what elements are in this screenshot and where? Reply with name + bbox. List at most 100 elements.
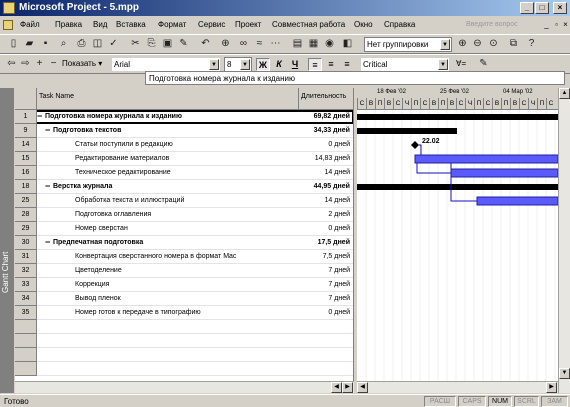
- view-bar-label[interactable]: Gantt Chart: [1, 252, 10, 293]
- task-duration[interactable]: 44,95 дней: [314, 180, 350, 194]
- row-number[interactable]: 28: [15, 208, 37, 222]
- task-duration[interactable]: 2 дней: [328, 208, 350, 222]
- doc-close-button[interactable]: ×: [561, 20, 570, 29]
- task-bar[interactable]: [476, 196, 558, 206]
- task-duration[interactable]: 0 дней: [328, 222, 350, 236]
- go-to-task-icon[interactable]: ⊙: [486, 37, 501, 51]
- collapse-icon[interactable]: −: [45, 236, 50, 249]
- save-icon[interactable]: ▪: [38, 37, 53, 51]
- task-duration[interactable]: 14,83 дней: [315, 152, 350, 166]
- zoom-out-icon[interactable]: ⊖: [470, 37, 485, 51]
- empty-row[interactable]: [15, 320, 353, 334]
- row-number[interactable]: 1: [15, 110, 37, 124]
- print-icon[interactable]: ⎙: [74, 37, 89, 51]
- row-number[interactable]: [15, 362, 37, 376]
- row-number[interactable]: 9: [15, 124, 37, 138]
- split-task-icon[interactable]: ⋯: [268, 37, 283, 51]
- task-name-header[interactable]: Task Name: [37, 88, 299, 110]
- doc-restore-button[interactable]: ▫: [552, 20, 561, 29]
- menu-tools[interactable]: Сервис: [198, 20, 225, 29]
- arrow-right-icon[interactable]: ⇨: [18, 57, 33, 71]
- unlink-tasks-icon[interactable]: ≈: [252, 37, 267, 51]
- table-row[interactable]: 28 Подготовка оглавления 2 дней: [15, 208, 353, 222]
- scroll-down-icon[interactable]: ▼: [559, 368, 570, 379]
- task-name[interactable]: Предпечатная подготовка: [53, 236, 297, 250]
- table-row[interactable]: 16 Техническое редактирование 14 дней: [15, 166, 353, 180]
- task-name[interactable]: Подготовка оглавления: [75, 208, 295, 222]
- collapse-icon[interactable]: −: [37, 110, 42, 123]
- collapse-icon[interactable]: −: [45, 180, 50, 193]
- link-tasks-icon[interactable]: ∞: [236, 37, 251, 51]
- zoom-in-icon[interactable]: ⊕: [455, 37, 470, 51]
- table-row[interactable]: 18− Верстка журнала 44,95 дней: [15, 180, 353, 194]
- project-app-icon[interactable]: [3, 2, 15, 14]
- table-row[interactable]: 9− Подготовка текстов 34,33 дней: [15, 124, 353, 138]
- task-name[interactable]: Вывод пленок: [75, 292, 295, 306]
- task-name[interactable]: Номер готов к передаче в типографию: [75, 306, 295, 320]
- summary-bar[interactable]: [357, 184, 558, 190]
- table-row[interactable]: 25 Обработка текста и иллюстраций 14 дней: [15, 194, 353, 208]
- task-info-icon[interactable]: ▤: [290, 37, 305, 51]
- task-duration[interactable]: 0 дней: [328, 138, 350, 152]
- table-row[interactable]: 31 Конвертация сверстанного номера в форм…: [15, 250, 353, 264]
- task-duration[interactable]: 7,5 дней: [323, 250, 350, 264]
- indent-icon[interactable]: +: [32, 57, 47, 71]
- arrow-left-icon[interactable]: ⇦: [4, 57, 19, 71]
- menu-help[interactable]: Справка: [384, 20, 415, 29]
- summary-bar[interactable]: [357, 128, 457, 134]
- menu-format[interactable]: Формат: [158, 20, 186, 29]
- menu-edit[interactable]: Правка: [55, 20, 82, 29]
- task-duration[interactable]: 17,5 дней: [318, 236, 350, 250]
- open-icon[interactable]: ▰: [22, 37, 37, 51]
- table-row[interactable]: 33 Коррекция 7 дней: [15, 278, 353, 292]
- table-row[interactable]: 1− Подготовка номера журнала к изданию 69,…: [15, 110, 353, 124]
- help-icon[interactable]: ?: [524, 37, 539, 51]
- duration-header[interactable]: Длительность: [299, 88, 353, 110]
- vertical-scrollbar[interactable]: ▲ ▼: [558, 88, 570, 393]
- help-question-box[interactable]: Введите вопрос: [466, 19, 536, 32]
- task-duration[interactable]: 7 дней: [328, 292, 350, 306]
- scroll-left-icon[interactable]: ◀: [357, 382, 368, 393]
- table-horizontal-scrollbar[interactable]: ◀ ▶: [15, 381, 354, 393]
- task-bar[interactable]: [414, 154, 558, 164]
- table-row[interactable]: 35 Номер готов к передаче в типографию 0 д…: [15, 306, 353, 320]
- task-name[interactable]: Коррекция: [75, 278, 295, 292]
- table-row[interactable]: 29 Номер сверстан 0 дней: [15, 222, 353, 236]
- task-duration[interactable]: 7 дней: [328, 264, 350, 278]
- dependency-link[interactable]: [416, 162, 451, 174]
- task-name[interactable]: Цветоделение: [75, 264, 295, 278]
- row-number[interactable]: 33: [15, 278, 37, 292]
- summary-bar[interactable]: [357, 114, 558, 120]
- task-duration[interactable]: 14 дней: [325, 166, 350, 180]
- table-row[interactable]: 15 Редактирование материалов 14,83 дней: [15, 152, 353, 166]
- format-painter-icon[interactable]: ✎: [176, 37, 191, 51]
- publish-icon[interactable]: ◧: [340, 37, 355, 51]
- assign-resources-icon[interactable]: ◉: [322, 37, 337, 51]
- chart-horizontal-scrollbar[interactable]: ◀ ▶: [357, 381, 558, 393]
- table-row[interactable]: 14 Статьи поступили в редакцию 0 дней: [15, 138, 353, 152]
- show-button[interactable]: Показать ▾: [62, 59, 102, 68]
- gantt-wizard-icon[interactable]: ✎: [476, 57, 491, 71]
- task-name[interactable]: Обработка текста и иллюстраций: [75, 194, 295, 208]
- empty-row[interactable]: [15, 362, 353, 376]
- minimize-button[interactable]: _: [520, 2, 534, 14]
- task-duration[interactable]: 69,82 дней: [314, 110, 350, 124]
- close-button[interactable]: ×: [553, 2, 567, 14]
- undo-icon[interactable]: ↶: [198, 37, 213, 51]
- empty-row[interactable]: [15, 334, 353, 348]
- task-name[interactable]: Техническое редактирование: [75, 166, 295, 180]
- menu-view[interactable]: Вид: [93, 20, 107, 29]
- print-preview-icon[interactable]: ◫: [90, 37, 105, 51]
- hyperlink-icon[interactable]: ⊕: [218, 37, 233, 51]
- copy-picture-icon[interactable]: ⧉: [506, 37, 521, 51]
- empty-row[interactable]: [15, 348, 353, 362]
- scroll-right-icon[interactable]: ▶: [546, 382, 557, 393]
- dependency-link[interactable]: [450, 162, 477, 202]
- row-number[interactable]: [15, 348, 37, 362]
- task-duration[interactable]: 0 дней: [328, 306, 350, 320]
- task-name[interactable]: Редактирование материалов: [75, 152, 295, 166]
- entry-field[interactable]: Подготовка номера журнала к изданию: [145, 71, 565, 85]
- task-duration[interactable]: 7 дней: [328, 278, 350, 292]
- row-number[interactable]: 14: [15, 138, 37, 152]
- task-duration[interactable]: 34,33 дней: [314, 124, 350, 138]
